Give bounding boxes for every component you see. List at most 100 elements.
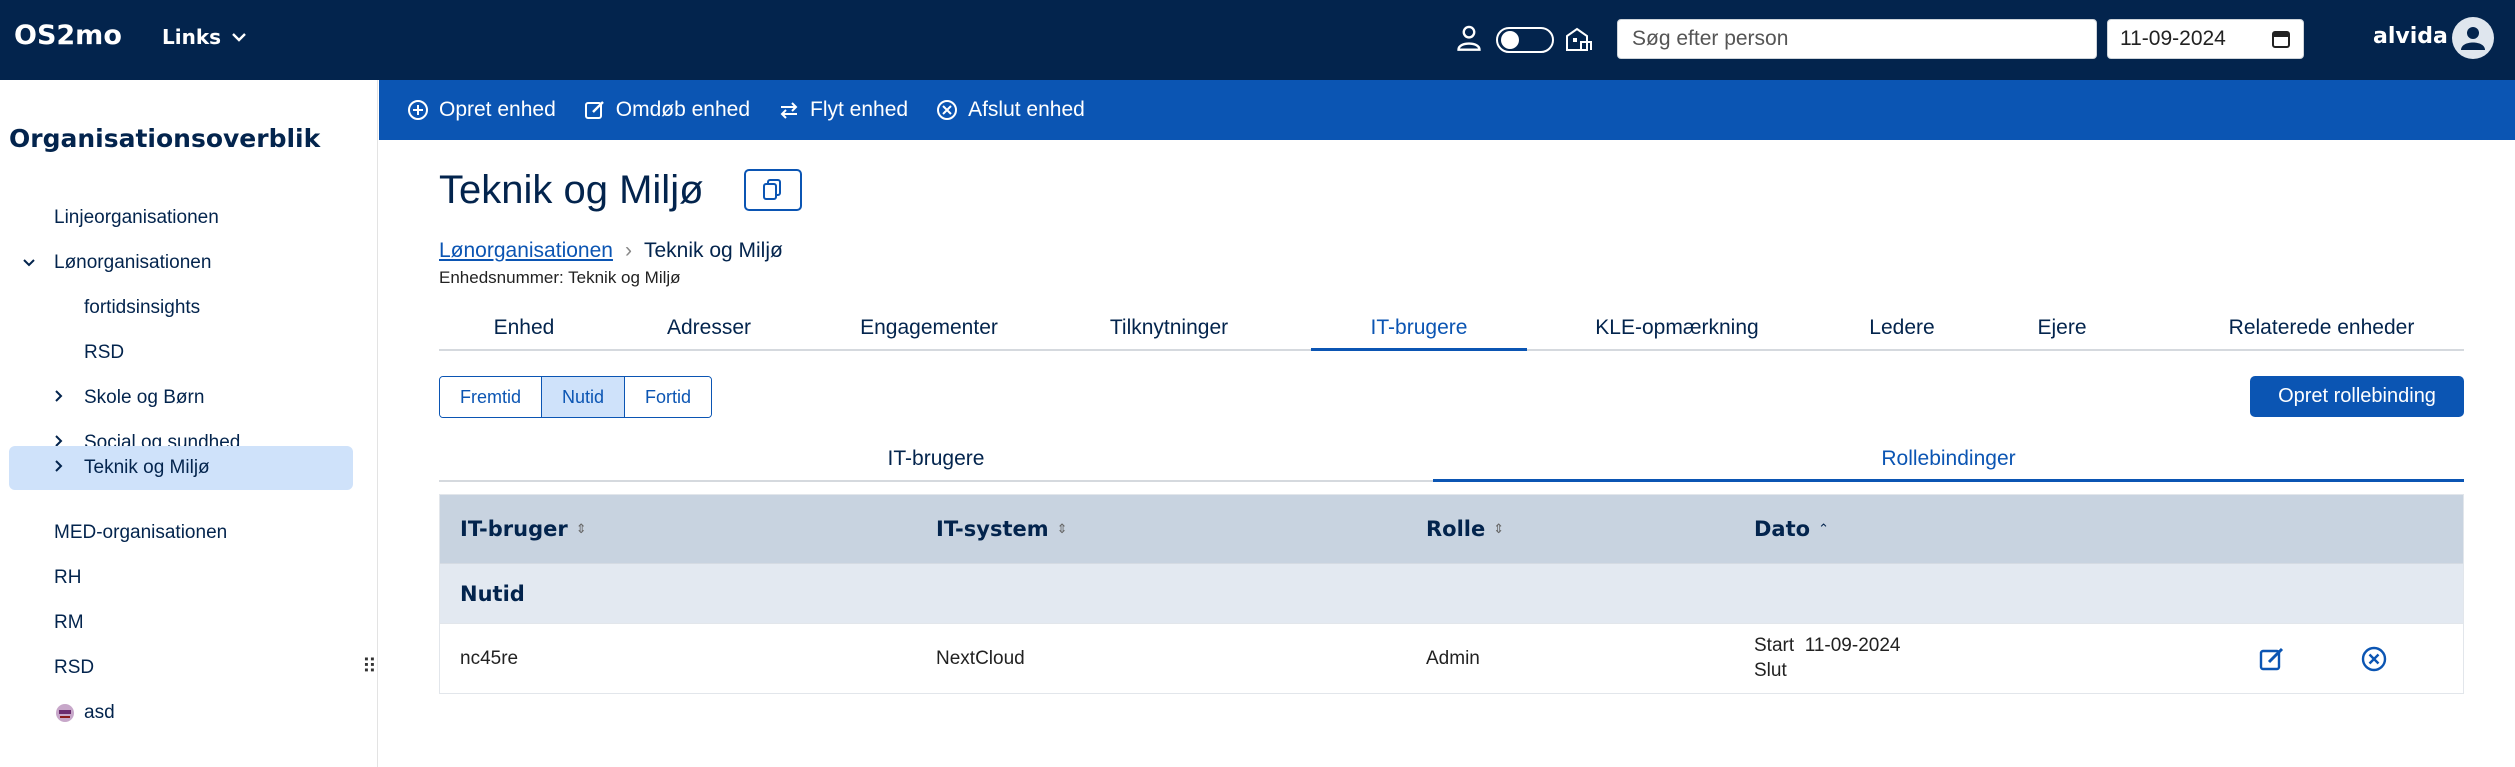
column-it-system[interactable]: IT-system ⇕ xyxy=(936,517,1068,541)
tab-ledere[interactable]: Ledere xyxy=(1827,316,1977,351)
tab-engagementer[interactable]: Engagementer xyxy=(809,316,1049,351)
links-dropdown[interactable]: Links xyxy=(162,25,247,49)
column-dato[interactable]: Dato ⌃ xyxy=(1754,517,1829,541)
column-it-bruger[interactable]: IT-bruger ⇕ xyxy=(460,517,587,541)
tree-item-label: Linjeorganisationen xyxy=(54,207,219,228)
breadcrumb-separator: › xyxy=(624,239,632,262)
create-unit-button[interactable]: Opret enhed xyxy=(407,98,556,122)
tree-item-asd[interactable]: asd xyxy=(54,691,115,735)
tree-item-linjeorganisationen[interactable]: Linjeorganisationen xyxy=(54,196,219,240)
cell-role: Admin xyxy=(1426,648,1480,669)
breadcrumb: Lønorganisationen › Teknik og Miljø xyxy=(439,239,783,263)
action-bar: Opret enhed Omdøb enhed Flyt enhed Afslu… xyxy=(379,80,2515,140)
resize-handle-icon[interactable]: ⠿ xyxy=(362,654,377,678)
avatar[interactable] xyxy=(2452,17,2494,59)
copy-icon xyxy=(763,179,781,200)
search-placeholder: Søg efter person xyxy=(1632,27,1789,50)
filter-fremtid[interactable]: Fremtid xyxy=(440,377,543,417)
tab-adresser[interactable]: Adresser xyxy=(609,316,809,351)
user-icon xyxy=(2461,27,2485,50)
tree-item-rm[interactable]: RM xyxy=(54,601,84,645)
filter-nutid[interactable]: Nutid xyxy=(542,377,626,417)
sort-ascending-icon[interactable]: ⌃ xyxy=(1818,522,1829,537)
tab-ejere[interactable]: Ejere xyxy=(1977,316,2147,351)
tab-it-brugere[interactable]: IT-brugere xyxy=(1311,316,1527,351)
top-navbar: OS2mo Links Søg efter person 11-09-2024 … xyxy=(0,0,2515,80)
sidebar: Organisationsoverblik Linjeorganisatione… xyxy=(0,80,378,767)
column-rolle[interactable]: Rolle ⇕ xyxy=(1426,517,1504,541)
username[interactable]: alvida xyxy=(2373,24,2448,49)
tree-item-lonorganisationen[interactable]: Lønorganisationen xyxy=(22,241,211,285)
tree-item-fortidsinsights[interactable]: fortidsinsights xyxy=(84,286,200,330)
tree-item-teknik-og-miljo[interactable]: Teknik og Miljø xyxy=(9,446,353,490)
table-row: nc45re NextCloud Admin Start 11-09-2024 … xyxy=(440,623,2463,693)
tree-item-label: Skole og Børn xyxy=(84,387,205,408)
tree-item-label: asd xyxy=(84,702,115,723)
subtab-it-brugere[interactable]: IT-brugere xyxy=(439,447,1433,482)
edit-icon[interactable] xyxy=(2258,645,2286,673)
group-row: Nutid xyxy=(440,563,2463,623)
brand-logo[interactable]: OS2mo xyxy=(14,20,122,51)
x-circle-icon xyxy=(937,100,958,120)
tree-item-label: fortidsinsights xyxy=(84,297,201,318)
tab-enhed[interactable]: Enhed xyxy=(439,316,609,351)
tree-item-label: RSD xyxy=(84,342,125,363)
chevron-down-icon xyxy=(232,33,246,42)
tree-item-label: RH xyxy=(54,567,82,588)
arrows-left-right-icon xyxy=(780,102,798,119)
x-circle-icon[interactable] xyxy=(2360,645,2388,673)
table-header: IT-bruger ⇕ IT-system ⇕ Rolle ⇕ Dato ⌃ xyxy=(440,495,2463,563)
date-value: 11-09-2024 xyxy=(2120,27,2226,50)
end-unit-button[interactable]: Afslut enhed xyxy=(936,98,1085,122)
create-unit-label: Opret enhed xyxy=(439,98,556,121)
it-subtabs: IT-brugere Rollebindinger xyxy=(439,447,2464,482)
move-unit-button[interactable]: Flyt enhed xyxy=(778,98,908,122)
tab-tilknytninger[interactable]: Tilknytninger xyxy=(1049,316,1289,351)
column-label: IT-system xyxy=(936,517,1049,541)
tree-item-rh[interactable]: RH xyxy=(54,556,81,600)
tree-item-label: Lønorganisationen xyxy=(54,252,212,273)
chevron-right-icon[interactable] xyxy=(54,388,78,408)
tab-relaterede-enheder[interactable]: Relaterede enheder xyxy=(2179,316,2464,351)
filter-fortid[interactable]: Fortid xyxy=(625,377,712,417)
calendar-icon[interactable] xyxy=(2271,29,2291,49)
column-label: Dato xyxy=(1754,517,1811,541)
subtab-rollebindinger[interactable]: Rollebindinger xyxy=(1433,447,2464,482)
sort-icon[interactable]: ⇕ xyxy=(576,522,587,537)
chevron-right-icon[interactable] xyxy=(54,458,78,478)
tree-item-skole-og-born[interactable]: Skole og Børn xyxy=(54,376,204,420)
unit-tabs: Enhed Adresser Engagementer Tilknytninge… xyxy=(439,316,2464,351)
breadcrumb-parent-link[interactable]: Lønorganisationen xyxy=(439,239,613,263)
cell-it-system: NextCloud xyxy=(936,648,1025,669)
view-toggle[interactable] xyxy=(1496,27,1554,53)
organisation-icon xyxy=(1566,27,1592,51)
rename-unit-button[interactable]: Omdøb enhed xyxy=(584,98,750,122)
sort-icon[interactable]: ⇕ xyxy=(1057,522,1068,537)
person-search-input[interactable]: Søg efter person xyxy=(1617,19,2097,59)
column-label: IT-bruger xyxy=(460,517,568,541)
rename-unit-label: Omdøb enhed xyxy=(615,98,751,121)
edit-icon xyxy=(584,101,604,119)
tree-item-rsd[interactable]: RSD xyxy=(84,331,124,375)
tree-item-rsd-2[interactable]: RSD xyxy=(54,646,94,690)
column-label: Rolle xyxy=(1426,517,1486,541)
end-label: Slut xyxy=(1754,660,1787,681)
sidebar-title: Organisationsoverblik xyxy=(9,124,321,153)
sort-icon[interactable]: ⇕ xyxy=(1493,522,1504,537)
cell-it-user: nc45re xyxy=(460,648,519,669)
tree-item-label: RSD xyxy=(54,657,95,678)
tree-item-med-organisationen[interactable]: MED-organisationen xyxy=(54,511,227,555)
cell-date: Start 11-09-2024 Slut xyxy=(1754,635,1900,682)
end-unit-label: Afslut enhed xyxy=(968,98,1085,121)
create-rolebinding-button[interactable]: Opret rollebinding xyxy=(2250,376,2464,417)
rolebinding-table: IT-bruger ⇕ IT-system ⇕ Rolle ⇕ Dato ⌃ N… xyxy=(439,494,2464,694)
start-label: Start xyxy=(1754,635,1795,656)
start-date: 11-09-2024 xyxy=(1804,635,1901,656)
date-input[interactable]: 11-09-2024 xyxy=(2107,19,2304,59)
plus-circle-icon xyxy=(408,100,428,120)
tab-kle-opmaerkning[interactable]: KLE-opmærkning xyxy=(1527,316,1827,351)
page-title: Teknik og Miljø xyxy=(439,168,704,212)
move-unit-label: Flyt enhed xyxy=(810,98,909,121)
chevron-down-icon[interactable] xyxy=(22,253,46,273)
copy-button[interactable] xyxy=(744,169,802,211)
